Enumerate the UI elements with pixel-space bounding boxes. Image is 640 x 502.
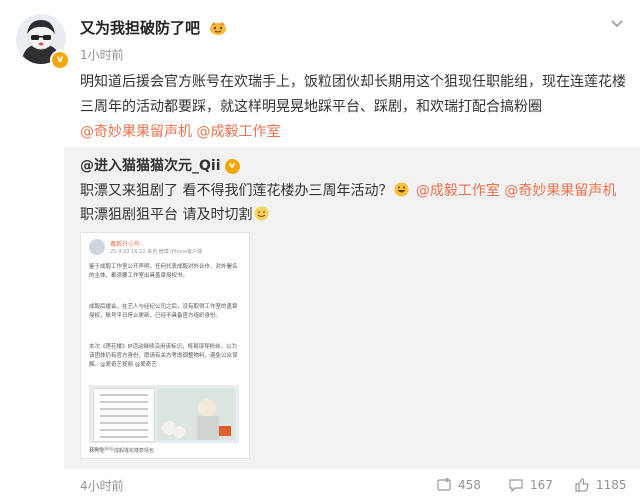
username[interactable]: 又为我担破防了吧 [80,17,200,38]
verified-badge: v [50,50,70,70]
image-footer-right: 成毅莲花楼表情包 [114,448,155,454]
retweet-line-2: 职漂狙剧狙平台 请及时切割 [80,207,253,223]
retweet-time[interactable]: 4小时前 [80,477,124,494]
thumbs-up-icon [575,478,589,492]
verified-badge: v [224,158,240,174]
repost-button[interactable]: 458 [436,477,481,493]
retweet-author[interactable]: @进入猫猫猫次元_Qii [80,155,221,177]
retweet-line-1: 职漂又来狙剧了 看不得我们莲花楼办三周年活动？ [80,183,393,199]
mention-link[interactable]: @奇妙果果留声机 [80,124,192,140]
comment-count: 167 [530,478,553,492]
action-bar: 4小时前 458 167 1185 [0,469,640,502]
grin-emoji-icon [394,181,409,197]
image-paragraph: 成毅后援会，在艺人与经纪公司之后，没有取得工作室的盖章授权，账号平日停止更新，已… [89,304,238,319]
retweet-image[interactable]: 毒毅只小鸟 25-9-22 16:22 来自 微博 iPhone客户端 鉴于成毅… [80,232,250,459]
image-meta: 25-9-22 16:22 来自 微博 iPhone客户端 [110,249,203,255]
smile-emoji-icon [254,205,269,221]
document-thumbnail [93,388,155,442]
post-time-text: 1小时前 [80,48,124,62]
image-username: 毒毅只小鸟 [110,241,141,248]
like-button[interactable]: 1185 [574,477,627,493]
fan-badge-icon [208,20,228,36]
retweet-text: 职漂又来狙剧了 看不得我们莲花楼办三周年活动？ @成毅工作室 @奇妙果果留声机 … [80,179,630,227]
repost-count: 458 [458,478,481,492]
repost-icon [437,477,451,491]
post-time[interactable]: 1小时前 [80,46,124,63]
comment-button[interactable]: 167 [508,477,553,493]
image-paragraph: 鉴于成毅工作室公开声明，任何代表成毅对外合作、对外署名的主体，都须要工作室出具盖… [89,264,238,279]
image-paragraph: 本次《莲花楼》IP活动继续沿用该标识，将易误导粉丝，以为该团体仍有官方身份，愿请… [89,344,238,368]
comment-icon [509,479,523,493]
image-footer-left: 源何地 [89,448,105,454]
mention-link[interactable]: @成毅工作室 [196,124,280,140]
like-count: 1185 [596,478,627,492]
post-body: 明知道后援会官方账号在欢瑞手上，饭粒团伙却长期用这个狙现任职能组，现在连莲花楼三… [80,74,626,115]
chevron-down-icon[interactable] [608,14,626,32]
mention-link[interactable]: @奇妙果果留声机 [504,183,616,199]
poster-thumbnail [157,388,235,440]
post-text: 明知道后援会官方账号在欢瑞手上，饭粒团伙却长期用这个狙现任职能组，现在连莲花楼三… [80,70,628,145]
retweet-card[interactable]: @进入猫猫猫次元_Qii v 职漂又来狙剧了 看不得我们莲花楼办三周年活动？ @… [64,147,640,469]
mention-link[interactable]: @成毅工作室 [416,183,500,199]
image-avatar [89,239,105,255]
image-photo [89,385,239,443]
weibo-post: v 又为我担破防了吧 1小时前 明知道后援会官方账号在欢瑞手上，饭粒团伙却长期用… [0,0,640,502]
